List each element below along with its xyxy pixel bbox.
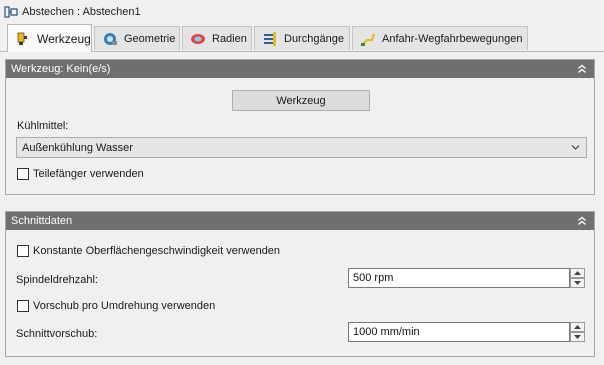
spin-down-button[interactable] — [570, 278, 585, 288]
tab-radien[interactable]: Radien — [182, 26, 252, 50]
feedrate-value: 1000 mm/min — [353, 326, 420, 338]
tab-label: Radien — [212, 32, 247, 45]
tool-icon — [17, 32, 27, 45]
collapse-icon[interactable] — [577, 216, 587, 226]
tab-werkzeug[interactable]: Werkzeug — [7, 24, 92, 52]
part-catcher-checkbox[interactable] — [17, 168, 29, 180]
coolant-label: Kühlmittel: — [17, 120, 69, 132]
section-title: Schnittdaten — [11, 215, 73, 227]
tab-anfahr-wegfahrbewegungen[interactable]: Anfahr-Wegfahrbewegungen — [352, 26, 528, 50]
caret-down-icon — [574, 335, 581, 339]
section-header[interactable]: Werkzeug: Kein(e/s) — [6, 60, 594, 78]
tab-label: Werkzeug — [37, 31, 91, 46]
spindle-speed-input[interactable]: 500 rpm — [348, 268, 570, 288]
part-catcher-label: Teilefänger verwenden — [33, 168, 144, 180]
caret-up-icon — [574, 271, 581, 275]
section-header[interactable]: Schnittdaten — [6, 212, 594, 230]
tab-label: Durchgänge — [284, 32, 344, 45]
spindle-speed-label: Spindeldrehzahl: — [16, 274, 98, 286]
tab-label: Geometrie — [124, 32, 176, 45]
constant-surface-speed-label: Konstante Oberflächengeschwindigkeit ver… — [33, 245, 281, 257]
tab-geometrie[interactable]: Geometrie — [94, 26, 180, 50]
feed-per-revolution-label: Vorschub pro Umdrehung verwenden — [33, 300, 216, 312]
spin-up-button[interactable] — [570, 322, 585, 332]
constant-surface-speed-checkbox[interactable] — [17, 245, 29, 257]
tab-strip: Werkzeug Geometrie Radien Durchgänge Anf… — [0, 24, 604, 52]
caret-up-icon — [574, 325, 581, 329]
cutoff-operation-icon — [4, 6, 18, 18]
chevron-down-icon — [571, 145, 580, 150]
feedrate-label: Schnittvorschub: — [16, 328, 98, 340]
collapse-icon[interactable] — [577, 64, 587, 74]
tool-section: Werkzeug: Kein(e/s) Werkzeug Kühlmittel:… — [5, 59, 595, 195]
spindle-speed-value: 500 rpm — [353, 272, 394, 284]
radii-icon — [191, 33, 205, 44]
window-title: Abstechen : Abstechen1 — [22, 6, 141, 18]
select-tool-button[interactable]: Werkzeug — [232, 90, 370, 111]
tab-durchgaenge[interactable]: Durchgänge — [254, 26, 350, 50]
spin-down-button[interactable] — [570, 332, 585, 342]
section-title: Werkzeug: Kein(e/s) — [11, 63, 111, 75]
feedrate-input[interactable]: 1000 mm/min — [348, 322, 570, 342]
coolant-select[interactable]: Außenkühlung Wasser — [16, 137, 587, 158]
coolant-value: Außenkühlung Wasser — [22, 142, 133, 154]
tab-label: Anfahr-Wegfahrbewegungen — [382, 32, 523, 45]
title-bar: Abstechen : Abstechen1 — [0, 0, 604, 24]
feedrate-stepper[interactable] — [570, 322, 585, 342]
spin-up-button[interactable] — [570, 268, 585, 278]
linking-icon — [361, 33, 375, 46]
geometry-icon — [104, 32, 117, 45]
caret-down-icon — [574, 281, 581, 285]
spindle-speed-stepper[interactable] — [570, 268, 585, 288]
feed-per-revolution-checkbox[interactable] — [17, 300, 29, 312]
passes-icon — [264, 31, 276, 46]
cutting-data-section: Schnittdaten Konstante Oberflächengeschw… — [5, 211, 595, 357]
